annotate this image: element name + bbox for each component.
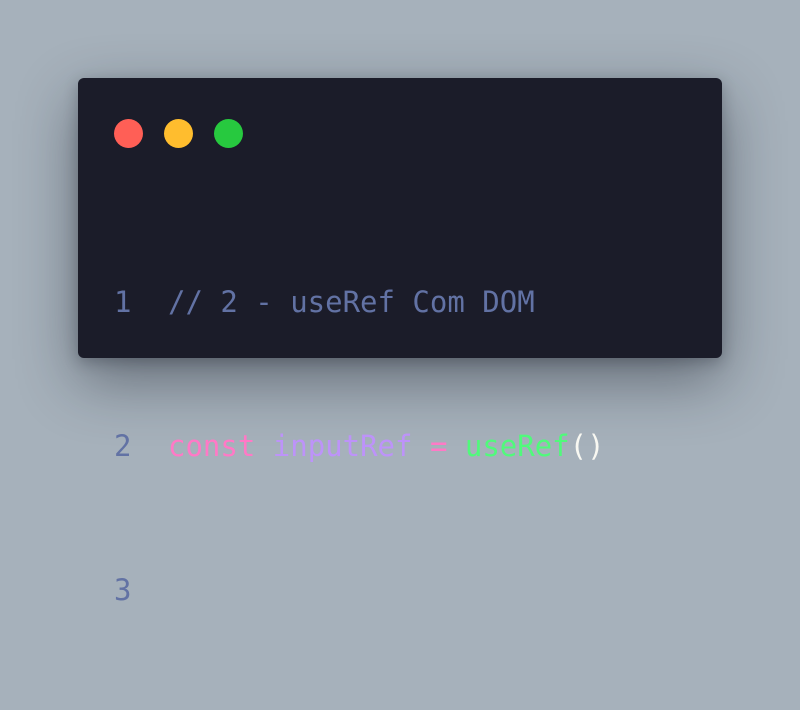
maximize-dot[interactable] — [214, 119, 243, 148]
code-block: 1 // 2 - useRef Com DOM 2 const inputRef… — [114, 182, 605, 710]
line-number: 2 — [114, 429, 132, 463]
code-window: 1 // 2 - useRef Com DOM 2 const inputRef… — [78, 78, 722, 607]
code-comment: // 2 - useRef Com DOM — [168, 285, 535, 319]
code-function: useRef — [464, 429, 570, 463]
line-number: 1 — [114, 285, 132, 319]
code-variable: inputRef — [272, 429, 413, 463]
code-keyword: const — [168, 429, 256, 463]
code-line: 3 — [114, 566, 605, 614]
code-punctuation: () — [569, 429, 605, 463]
code-line: 2 const inputRef = useRef() — [114, 422, 605, 470]
window-controls — [114, 119, 243, 148]
line-number: 3 — [114, 573, 132, 607]
close-dot[interactable] — [114, 119, 143, 148]
code-operator: = — [429, 429, 448, 463]
minimize-dot[interactable] — [164, 119, 193, 148]
code-line: 1 // 2 - useRef Com DOM — [114, 278, 605, 326]
